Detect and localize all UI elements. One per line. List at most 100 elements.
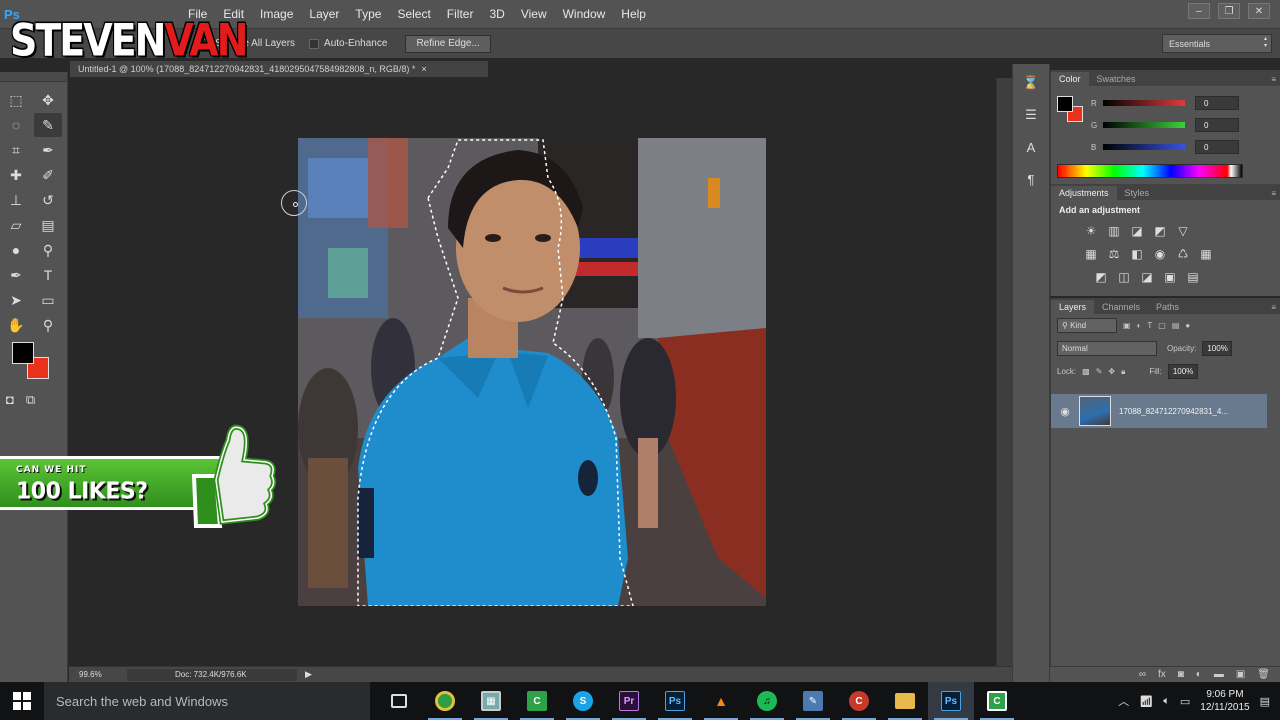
- red-channel-slider[interactable]: [1103, 100, 1185, 106]
- channel-mixer-icon[interactable]: ♺: [1175, 246, 1191, 262]
- menu-filter[interactable]: Filter: [439, 7, 482, 21]
- menu-view[interactable]: View: [513, 7, 555, 21]
- keyboard-icon[interactable]: ▭: [1180, 695, 1190, 708]
- menu-window[interactable]: Window: [555, 7, 614, 21]
- move-tool-icon[interactable]: ✥: [34, 88, 62, 112]
- brightness-contrast-icon[interactable]: ☀: [1083, 223, 1099, 239]
- new-layer-icon[interactable]: ▣: [1236, 669, 1245, 680]
- tray-expand-icon[interactable]: ︿: [1118, 693, 1129, 709]
- quick-selection-tool-icon[interactable]: ✎: [34, 113, 62, 137]
- menu-type[interactable]: Type: [347, 7, 389, 21]
- tab-channels[interactable]: Channels: [1094, 300, 1148, 314]
- quick-mask-icon[interactable]: ◘: [6, 392, 14, 408]
- marquee-tool-icon[interactable]: ⬚: [2, 88, 30, 112]
- menu-image[interactable]: Image: [252, 7, 301, 21]
- ccleaner-taskbar-button[interactable]: C: [836, 682, 882, 720]
- foreground-color-swatch[interactable]: [12, 342, 34, 364]
- file-explorer-taskbar-button[interactable]: [882, 682, 928, 720]
- menu-select[interactable]: Select: [389, 7, 438, 21]
- delete-layer-icon[interactable]: 🗑︎: [1257, 669, 1270, 680]
- eraser-tool-icon[interactable]: ▱: [2, 213, 30, 237]
- blue-channel-slider[interactable]: [1103, 144, 1185, 150]
- blend-mode-dropdown[interactable]: Normal: [1057, 341, 1157, 356]
- paragraph-panel-icon[interactable]: ¶: [1018, 168, 1044, 190]
- color-balance-icon[interactable]: ⚖: [1106, 246, 1122, 262]
- volume-icon[interactable]: 🔈︎: [1163, 695, 1170, 708]
- rectangle-tool-icon[interactable]: ▭: [34, 288, 62, 312]
- type-tool-icon[interactable]: T: [34, 263, 62, 287]
- zoom-tool-icon[interactable]: ⚲: [34, 313, 62, 337]
- smart-object-filter-icon[interactable]: ▤: [1172, 321, 1180, 330]
- link-layers-icon[interactable]: ∞: [1139, 669, 1146, 680]
- camtasia-recorder-taskbar-button[interactable]: C: [974, 682, 1020, 720]
- dodge-tool-icon[interactable]: ⚲: [34, 238, 62, 262]
- spotify-taskbar-button[interactable]: ♫: [744, 682, 790, 720]
- layer-style-icon[interactable]: fx: [1158, 669, 1166, 680]
- network-icon[interactable]: 📶︎: [1139, 695, 1153, 708]
- eye-icon[interactable]: ◉: [1051, 405, 1079, 418]
- lock-position-icon[interactable]: ✥: [1108, 367, 1115, 376]
- curves-icon[interactable]: ◪: [1129, 223, 1145, 239]
- tab-adjustments[interactable]: Adjustments: [1051, 186, 1117, 200]
- taskbar-clock[interactable]: 9:06 PM 12/11/2015: [1200, 688, 1249, 714]
- new-group-icon[interactable]: ▬: [1214, 669, 1224, 680]
- layer-name[interactable]: 17088_824712270942831_4...: [1119, 407, 1259, 416]
- close-document-icon[interactable]: ×: [421, 64, 426, 74]
- pixel-filter-icon[interactable]: ▣: [1123, 321, 1131, 330]
- blur-tool-icon[interactable]: ●: [2, 238, 30, 262]
- gradient-map-icon[interactable]: ▤: [1185, 269, 1201, 285]
- vertical-scrollbar[interactable]: [996, 78, 1012, 666]
- green-channel-slider[interactable]: [1103, 122, 1185, 128]
- new-adjustment-layer-icon[interactable]: ◐: [1196, 669, 1202, 680]
- screen-mode-icon[interactable]: ⧉: [26, 392, 35, 408]
- photoshop-taskbar-button[interactable]: Ps: [652, 682, 698, 720]
- path-selection-tool-icon[interactable]: ➤: [2, 288, 30, 312]
- menu-layer[interactable]: Layer: [301, 7, 347, 21]
- color-spectrum-ramp[interactable]: [1057, 164, 1243, 178]
- workspace-dropdown[interactable]: Essentials: [1162, 34, 1272, 53]
- lock-transparent-icon[interactable]: ▩: [1082, 367, 1090, 376]
- panel-menu-icon[interactable]: ≡: [1263, 301, 1280, 314]
- green-channel-value[interactable]: 0: [1195, 118, 1239, 132]
- lock-pixels-icon[interactable]: ✎: [1096, 367, 1103, 376]
- pen-tool-icon[interactable]: ✒: [2, 263, 30, 287]
- tab-color[interactable]: Color: [1051, 72, 1089, 86]
- panel-menu-icon[interactable]: ≡: [1263, 187, 1280, 200]
- selective-color-icon[interactable]: ▣: [1162, 269, 1178, 285]
- levels-icon[interactable]: ▥: [1106, 223, 1122, 239]
- hand-tool-icon[interactable]: ✋: [2, 313, 30, 337]
- lock-all-icon[interactable]: 🔒︎: [1121, 367, 1125, 377]
- properties-panel-icon[interactable]: ☰: [1018, 104, 1044, 126]
- posterize-icon[interactable]: ◫: [1116, 269, 1132, 285]
- close-button[interactable]: ✕: [1248, 3, 1270, 19]
- history-brush-tool-icon[interactable]: ↺: [34, 188, 62, 212]
- premiere-taskbar-button[interactable]: Pr: [606, 682, 652, 720]
- foreground-color-swatch[interactable]: [1057, 96, 1073, 112]
- gradient-tool-icon[interactable]: ▤: [34, 213, 62, 237]
- document-tab[interactable]: Untitled-1 @ 100% (17088_824712270942831…: [70, 61, 488, 77]
- notifications-icon[interactable]: ▤: [1260, 695, 1270, 708]
- vibrance-icon[interactable]: ▽: [1175, 223, 1191, 239]
- type-filter-icon[interactable]: T: [1147, 321, 1152, 330]
- adjustment-filter-icon[interactable]: ◐: [1137, 321, 1142, 330]
- crop-tool-icon[interactable]: ⌗: [2, 138, 30, 162]
- filter-toggle-icon[interactable]: ●: [1185, 321, 1190, 330]
- task-view-button[interactable]: [376, 682, 422, 720]
- color-lookup-icon[interactable]: ▦: [1198, 246, 1214, 262]
- media-player-taskbar-button[interactable]: ▦: [468, 682, 514, 720]
- restore-button[interactable]: ❐: [1218, 3, 1240, 19]
- black-white-icon[interactable]: ◧: [1129, 246, 1145, 262]
- taskbar-search-box[interactable]: Search the web and Windows: [44, 682, 370, 720]
- zoom-level[interactable]: 99.6%: [69, 670, 119, 679]
- character-panel-icon[interactable]: A: [1018, 136, 1044, 158]
- image-editor-taskbar-button[interactable]: ✎: [790, 682, 836, 720]
- tab-layers[interactable]: Layers: [1051, 300, 1095, 314]
- chrome-taskbar-button[interactable]: [422, 682, 468, 720]
- add-mask-icon[interactable]: ◙: [1178, 669, 1184, 680]
- history-panel-icon[interactable]: ⌛: [1018, 72, 1044, 94]
- layer-filter-dropdown[interactable]: ⚲ Kind: [1057, 318, 1117, 333]
- blue-channel-value[interactable]: 0: [1195, 140, 1239, 154]
- panel-grip[interactable]: [0, 72, 67, 82]
- threshold-icon[interactable]: ◪: [1139, 269, 1155, 285]
- minimize-button[interactable]: –: [1188, 3, 1210, 19]
